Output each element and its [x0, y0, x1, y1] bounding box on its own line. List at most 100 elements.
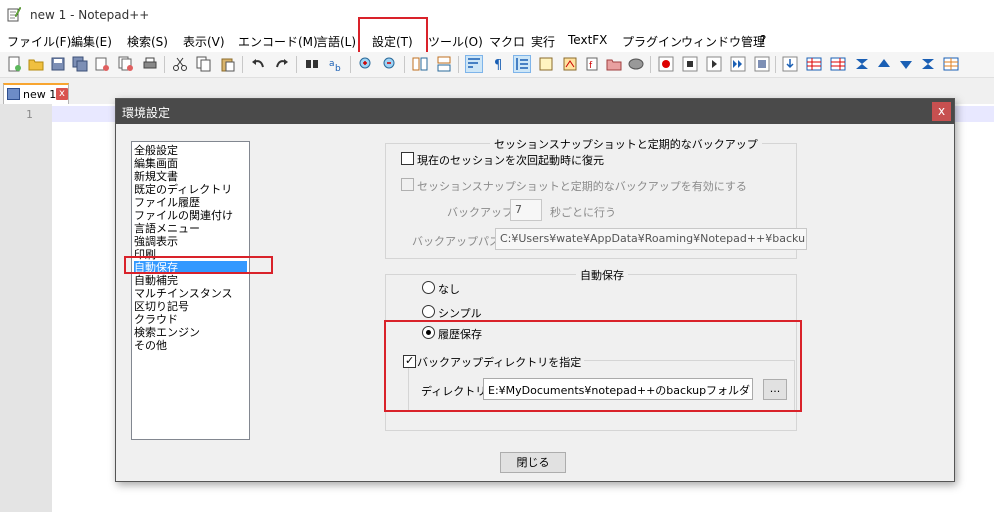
specify-backup-dir-checkbox[interactable] [403, 354, 416, 368]
category-item[interactable]: 区切り記号 [134, 300, 247, 313]
category-item[interactable]: 新規文書 [134, 170, 247, 183]
notepad-app-icon [7, 6, 21, 22]
preferences-dialog: 環境設定 x 全般設定 編集画面 新規文書 既定のディレクトリ ファイル履歴 フ… [115, 98, 955, 482]
autosave-none-radio[interactable] [422, 281, 435, 294]
folder-workspace-icon[interactable] [606, 56, 622, 72]
save-icon[interactable] [50, 56, 66, 72]
menu-search[interactable]: 検索(S) [127, 33, 168, 50]
sync-horizontal-icon[interactable] [436, 56, 452, 72]
user-language-icon[interactable] [538, 56, 554, 72]
menu-help[interactable]: ? [760, 33, 766, 47]
menu-settings[interactable]: 設定(T) [372, 33, 413, 50]
category-list[interactable]: 全般設定 編集画面 新規文書 既定のディレクトリ ファイル履歴 ファイルの関連付… [131, 141, 250, 440]
category-item-selected[interactable]: 自動保存 [134, 261, 247, 274]
menu-view[interactable]: 表示(V) [183, 33, 225, 50]
category-item[interactable]: 言語メニュー [134, 222, 247, 235]
toolbar: ab ¶ f [0, 52, 994, 78]
word-wrap-icon[interactable] [465, 55, 483, 73]
restore-session-label: 現在のセッションを次回起動時に復元 [417, 154, 604, 167]
find-icon[interactable] [304, 56, 320, 72]
zoom-in-icon[interactable] [358, 56, 374, 72]
textfx-down-icon[interactable] [782, 56, 798, 72]
close-button[interactable]: 閉じる [500, 452, 566, 473]
open-file-icon[interactable] [28, 56, 44, 72]
menu-language[interactable]: 言語(L) [316, 33, 356, 50]
show-all-characters-icon[interactable]: ¶ [490, 56, 506, 72]
backup-interval-input[interactable]: 7 [510, 199, 542, 221]
zoom-out-icon[interactable] [382, 56, 398, 72]
category-item[interactable]: 編集画面 [134, 157, 247, 170]
line-number-gutter: 1 [0, 104, 52, 512]
arrow-up-icon[interactable] [876, 56, 892, 72]
paste-icon[interactable] [220, 56, 236, 72]
category-item[interactable]: ファイル履歴 [134, 196, 247, 209]
undo-icon[interactable] [250, 56, 266, 72]
close-all-icon[interactable] [118, 56, 134, 72]
saved-state-icon [7, 88, 20, 100]
category-item[interactable]: クラウド [134, 313, 247, 326]
category-item[interactable]: 印刷 [134, 248, 247, 261]
backup-path-input[interactable]: C:¥Users¥wate¥AppData¥Roaming¥Notepad++¥… [495, 228, 807, 250]
category-item[interactable]: 自動補完 [134, 274, 247, 287]
menu-encoding[interactable]: エンコード(M) [238, 33, 318, 50]
backup-directory-input[interactable]: E:¥MyDocuments¥notepad++のbackupフォルダ [483, 378, 753, 400]
menu-textfx[interactable]: TextFX [568, 33, 607, 47]
new-file-icon[interactable] [6, 56, 22, 72]
copy-icon[interactable] [196, 56, 212, 72]
sync-vertical-icon[interactable] [412, 56, 428, 72]
browse-directory-button[interactable]: ... [763, 379, 787, 400]
indent-guide-icon[interactable] [513, 55, 531, 73]
category-item[interactable]: マルチインスタンス [134, 287, 247, 300]
monitoring-icon[interactable] [628, 56, 644, 72]
tab-new-1[interactable]: new 1 x [3, 83, 69, 104]
restore-session-checkbox[interactable] [401, 152, 414, 165]
title-bar: new 1 - Notepad++ [0, 0, 994, 30]
save-macro-icon[interactable] [754, 56, 770, 72]
arrow-down-icon[interactable] [898, 56, 914, 72]
specify-backup-dir-label: バックアップディレクトリを指定 [417, 354, 585, 370]
dialog-close-button[interactable]: x [932, 102, 951, 121]
menu-edit[interactable]: 編集(E) [71, 33, 112, 50]
replace-icon[interactable]: ab [328, 56, 344, 72]
svg-text:b: b [335, 64, 341, 72]
svg-text:a: a [329, 59, 335, 69]
cut-icon[interactable] [172, 56, 188, 72]
menu-window[interactable]: ウィンドウ管理 [681, 33, 765, 50]
print-icon[interactable] [142, 56, 158, 72]
category-item[interactable]: ファイルの関連付け [134, 209, 247, 222]
textfx-collapse-icon[interactable] [920, 56, 936, 72]
menu-plugins[interactable]: プラグイン [622, 33, 682, 50]
stop-macro-icon[interactable] [682, 56, 698, 72]
category-item[interactable]: 既定のディレクトリ [134, 183, 247, 196]
menu-macro[interactable]: マクロ [489, 33, 525, 50]
run-macro-multiple-icon[interactable] [730, 56, 746, 72]
category-item[interactable]: 検索エンジン [134, 326, 247, 339]
enable-snapshot-checkbox[interactable] [401, 178, 414, 191]
autosave-history-radio[interactable] [422, 326, 435, 339]
category-item[interactable]: 全般設定 [134, 144, 247, 157]
textfx-grid2-icon[interactable] [830, 56, 846, 72]
category-item[interactable]: 強調表示 [134, 235, 247, 248]
function-list-icon[interactable]: f [584, 56, 600, 72]
close-file-icon[interactable] [94, 56, 110, 72]
redo-icon[interactable] [274, 56, 290, 72]
tab-close-icon[interactable]: x [56, 88, 68, 100]
svg-text:¶: ¶ [494, 58, 502, 72]
autosave-history-label: 履歴保存 [438, 328, 482, 341]
textfx-panel-icon[interactable] [943, 56, 959, 72]
autosave-simple-radio[interactable] [422, 305, 435, 318]
line-number: 1 [26, 108, 33, 121]
menu-run[interactable]: 実行 [531, 33, 555, 50]
enable-snapshot-label: セッションスナップショットと定期的なバックアップを有効にする [417, 180, 747, 193]
save-all-icon[interactable] [72, 56, 88, 72]
textfx-grid1-icon[interactable] [806, 56, 822, 72]
play-macro-icon[interactable] [706, 56, 722, 72]
doc-map-icon[interactable] [562, 56, 578, 72]
record-macro-icon[interactable] [658, 56, 674, 72]
menu-file[interactable]: ファイル(F) [7, 33, 71, 50]
menu-tools[interactable]: ツール(O) [428, 33, 483, 50]
backup-path-label: バックアップパス: [412, 235, 504, 248]
category-item[interactable]: その他 [134, 339, 247, 352]
textfx-sort-icon[interactable] [854, 56, 870, 72]
menu-bar: ファイル(F) 編集(E) 検索(S) 表示(V) エンコード(M) 言語(L)… [0, 30, 994, 52]
